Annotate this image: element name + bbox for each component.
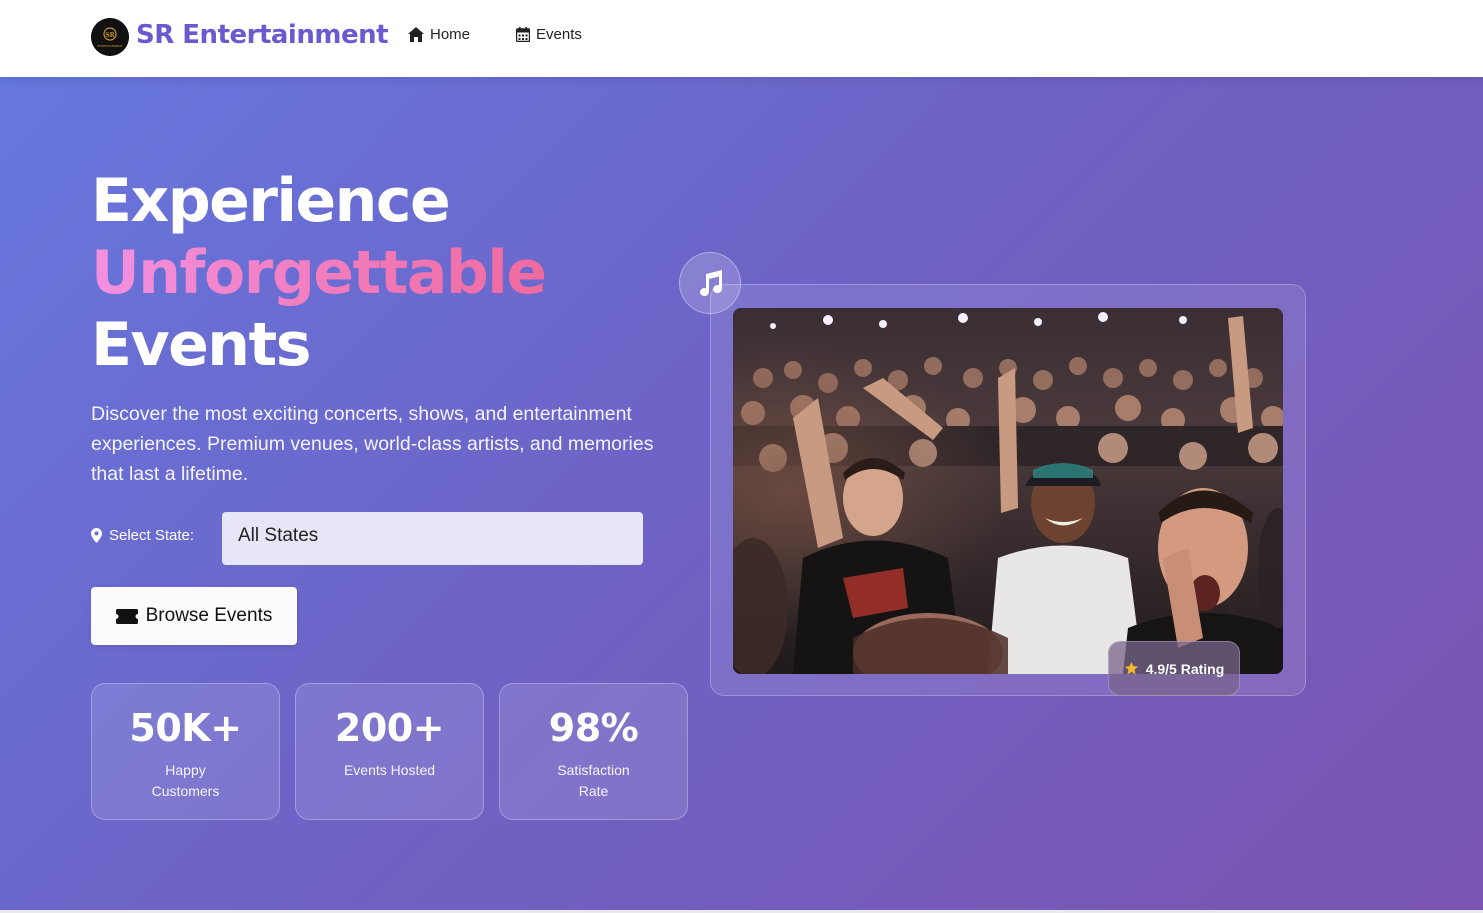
home-icon <box>408 27 424 42</box>
nav-events-label: Events <box>536 26 582 43</box>
concert-crowd-image <box>733 308 1283 674</box>
nav-events-link[interactable]: Events <box>516 26 582 43</box>
hero-headline: Experience Unforgettable Events <box>91 165 547 381</box>
stat-label: Satisfaction Rate <box>557 762 630 799</box>
crowd-photo-illustration <box>733 308 1283 674</box>
ticket-icon <box>115 608 138 624</box>
calendar-icon <box>516 27 530 42</box>
headline-line-1: Experience <box>91 166 451 236</box>
stat-card-customers: 50K+ Happy Customers <box>91 683 280 820</box>
headline-line-2-highlight: Unforgettable <box>91 238 547 308</box>
nav-home-label: Home <box>430 26 471 43</box>
stat-card-satisfaction: 98% Satisfaction Rate <box>499 683 688 820</box>
stat-label: Events Hosted <box>343 762 436 778</box>
browse-events-button[interactable]: Browse Events <box>91 587 297 645</box>
stat-value: 50K+ <box>129 706 242 750</box>
hero-section: Experience Unforgettable Events Discover… <box>0 77 1483 910</box>
brand-name[interactable]: SR Entertainment <box>136 20 389 50</box>
music-badge <box>679 252 741 314</box>
stat-value: 200+ <box>334 706 445 750</box>
headline-line-3: Events <box>91 310 311 380</box>
browse-events-label: Browse Events <box>145 605 273 626</box>
brand-logo[interactable]: SR ENTERTAINMENT <box>91 18 129 56</box>
rating-text: 4.9/5 Rating <box>1145 660 1225 677</box>
svg-text:ENTERTAINMENT: ENTERTAINMENT <box>97 44 122 48</box>
star-icon <box>1124 661 1138 675</box>
stat-value: 98% <box>548 706 639 750</box>
rating-badge: 4.9/5 Rating <box>1108 641 1240 696</box>
stat-label: Happy Customers <box>151 762 220 799</box>
stat-card-events: 200+ Events Hosted <box>295 683 484 820</box>
state-label: Select State: <box>91 527 194 544</box>
top-navbar: SR ENTERTAINMENT SR Entertainment Home E… <box>0 0 1483 77</box>
svg-text:SR: SR <box>105 32 115 39</box>
state-label-text: Select State: <box>109 527 195 544</box>
map-pin-icon <box>91 528 102 543</box>
logo-emblem-icon: SR ENTERTAINMENT <box>91 18 129 56</box>
hero-description: Discover the most exciting concerts, sho… <box>91 403 654 485</box>
nav-home-link[interactable]: Home <box>408 26 470 43</box>
state-select[interactable]: All States <box>222 512 643 565</box>
music-note-icon <box>700 270 723 297</box>
